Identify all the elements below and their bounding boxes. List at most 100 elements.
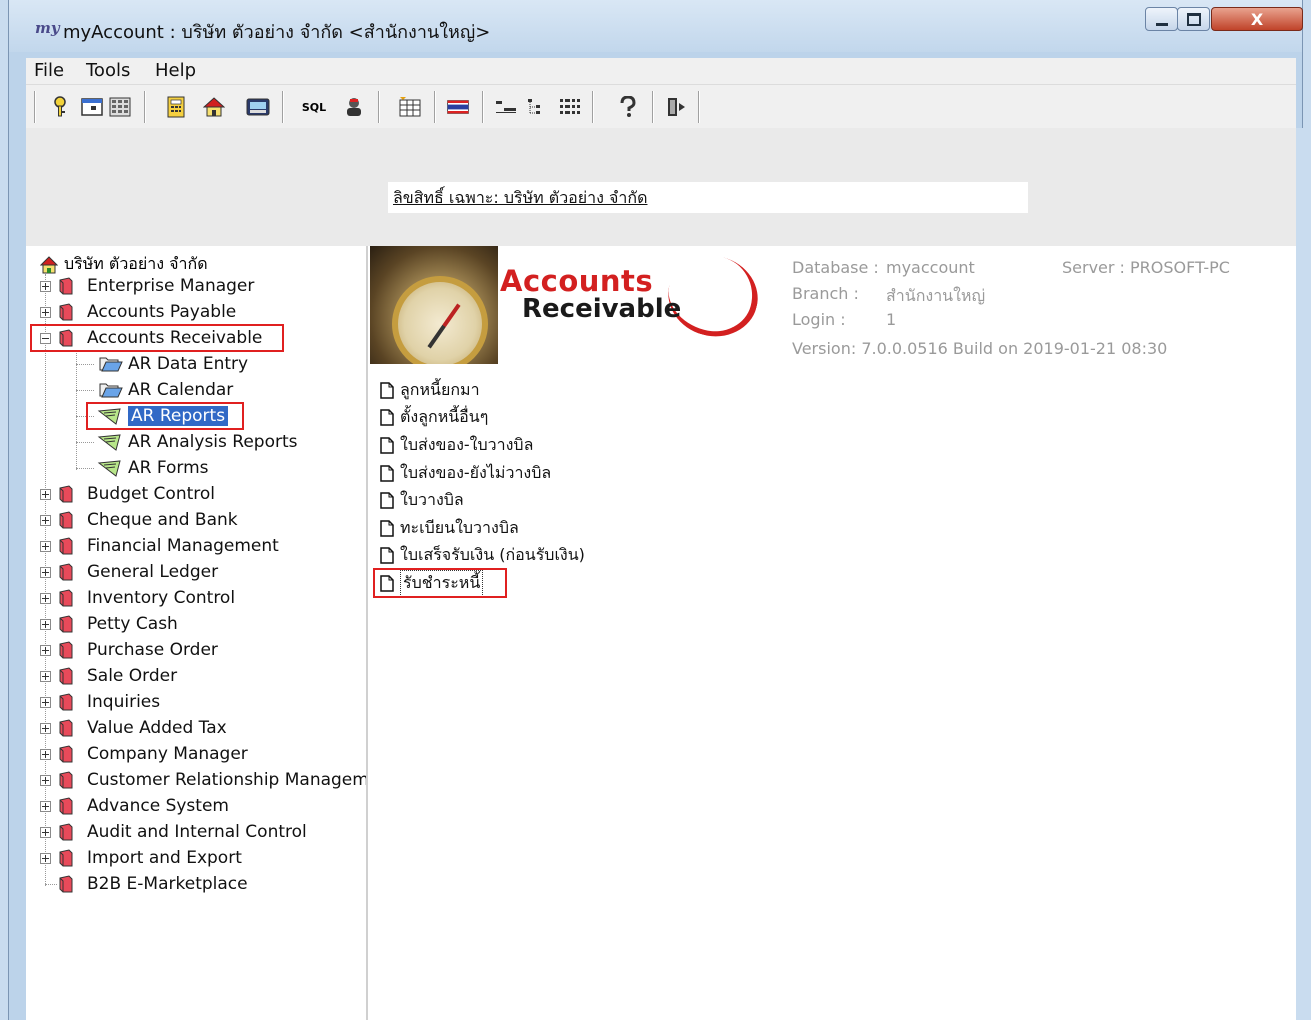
report-item[interactable]: ใบวางบิล — [380, 489, 464, 511]
menu-tools[interactable]: Tools — [86, 60, 130, 81]
tree-item-ar-data-entry[interactable]: AR Data Entry — [76, 352, 248, 376]
window-icon[interactable] — [80, 95, 104, 119]
toolbar-separator — [698, 91, 700, 123]
report-item[interactable]: ทะเบียนใบวางบิล — [380, 517, 519, 539]
tree-item-label: Advance System — [87, 796, 229, 816]
tree-item-label: Financial Management — [87, 536, 279, 556]
toolbar-separator — [482, 91, 484, 123]
sql-icon[interactable]: SQL — [302, 95, 326, 119]
report-item[interactable]: ลูกหนี้ยกมา — [380, 379, 480, 401]
minimize-button[interactable] — [1145, 7, 1178, 31]
tree-item-advance-system[interactable]: Advance System — [40, 794, 229, 818]
expand-icon[interactable] — [40, 800, 51, 812]
report-item[interactable]: ตั้งลูกหนี้อื่นๆ — [380, 406, 488, 428]
tree-item-general-ledger[interactable]: General Ledger — [40, 560, 218, 584]
table-icon[interactable] — [398, 95, 422, 119]
expand-icon[interactable] — [40, 306, 51, 318]
content-area: ลิขสิทธิ์ เฉพาะ: บริษัท ตัวอย่าง จำกัด บ… — [26, 128, 1296, 1020]
module-title-line1: Accounts — [500, 264, 654, 298]
tree-item-petty-cash[interactable]: Petty Cash — [40, 612, 178, 636]
expand-icon[interactable] — [40, 540, 51, 552]
branch-label: Branch : — [792, 284, 859, 303]
maximize-button[interactable] — [1177, 7, 1210, 31]
tree-item-inventory-control[interactable]: Inventory Control — [40, 586, 235, 610]
tree-item-audit-and-internal-control[interactable]: Audit and Internal Control — [40, 820, 307, 844]
tree-item-b2b-e-marketplace[interactable]: B2B E-Marketplace — [45, 872, 248, 896]
key-icon[interactable] — [48, 95, 72, 119]
module-tree[interactable]: บริษัท ตัวอย่าง จำกัด Enterprise Manager… — [26, 246, 368, 1020]
home-icon[interactable] — [202, 95, 226, 119]
exit-icon[interactable] — [664, 95, 688, 119]
user-tool-icon[interactable] — [342, 95, 366, 119]
document-icon — [380, 546, 394, 564]
expand-icon[interactable] — [40, 488, 51, 500]
tree-item-cheque-and-bank[interactable]: Cheque and Bank — [40, 508, 238, 532]
sort-icon[interactable] — [494, 95, 518, 119]
book-folder-icon — [59, 277, 73, 295]
expand-icon[interactable] — [40, 566, 51, 578]
expand-icon[interactable] — [40, 592, 51, 604]
toolbar-separator — [282, 91, 284, 123]
book-folder-icon — [59, 641, 73, 659]
login-value: 1 — [886, 310, 897, 329]
menu-file[interactable]: File — [34, 60, 64, 81]
tree-item-ar-calendar[interactable]: AR Calendar — [76, 378, 233, 402]
server-info: Server : PROSOFT-PC — [1062, 258, 1230, 277]
maximize-icon — [1186, 12, 1201, 26]
tree-item-accounts-payable[interactable]: Accounts Payable — [40, 300, 236, 324]
home-icon — [40, 255, 58, 273]
tree-item-purchase-order[interactable]: Purchase Order — [40, 638, 218, 662]
expand-icon[interactable] — [40, 514, 51, 526]
tree-item-company-manager[interactable]: Company Manager — [40, 742, 248, 766]
document-icon — [380, 519, 394, 537]
menu-help[interactable]: Help — [155, 60, 196, 81]
list-icon[interactable] — [558, 95, 582, 119]
expand-icon[interactable] — [40, 826, 51, 838]
title-bar[interactable]: my myAccount : บริษัท ตัวอย่าง จำกัด <สำ… — [9, 0, 1303, 52]
expand-icon[interactable] — [40, 774, 51, 786]
tree-item-inquiries[interactable]: Inquiries — [40, 690, 160, 714]
expand-icon[interactable] — [40, 852, 51, 864]
book-folder-icon — [59, 745, 73, 763]
tree-item-ar-analysis-reports[interactable]: AR Analysis Reports — [76, 430, 298, 454]
tree-item-import-and-export[interactable]: Import and Export — [40, 846, 242, 870]
tree-item-sale-order[interactable]: Sale Order — [40, 664, 177, 688]
branch-value: สำนักงานใหญ่ — [886, 286, 986, 305]
calculator-icon[interactable] — [164, 95, 188, 119]
main-panel: Accounts Receivable Database : myaccount… — [368, 245, 1296, 1020]
tree-guide-line — [76, 350, 77, 470]
tree-item-value-added-tax[interactable]: Value Added Tax — [40, 716, 227, 740]
report-item[interactable]: ใบส่งของ-ใบวางบิล — [380, 434, 533, 456]
expand-icon[interactable] — [40, 280, 51, 292]
tree-icon[interactable] — [526, 95, 550, 119]
expand-icon[interactable] — [40, 722, 51, 734]
help-icon[interactable] — [616, 95, 640, 119]
database-value: myaccount — [886, 258, 975, 277]
report-item[interactable]: ใบส่งของ-ยังไม่วางบิล — [380, 462, 551, 484]
version-info: Version: 7.0.0.0516 Build on 2019-01-21 … — [792, 339, 1168, 358]
highlight-ar-reports — [86, 402, 244, 430]
tree-item-label: B2B E-Marketplace — [87, 874, 248, 894]
tree-item-financial-management[interactable]: Financial Management — [40, 534, 279, 558]
report-item[interactable]: ใบเสร็จรับเงิน (ก่อนรับเงิน) — [380, 544, 585, 566]
book-folder-icon — [59, 771, 73, 789]
login-label: Login : — [792, 310, 846, 329]
screen-icon[interactable] — [246, 95, 270, 119]
tree-item-ar-forms[interactable]: AR Forms — [76, 456, 209, 480]
tree-item-enterprise-manager[interactable]: Enterprise Manager — [40, 274, 254, 298]
flag-icon[interactable] — [446, 95, 470, 119]
app-window: my myAccount : บริษัท ตัวอย่าง จำกัด <สำ… — [0, 0, 1311, 1020]
close-button[interactable]: X — [1211, 7, 1303, 31]
expand-icon[interactable] — [40, 696, 51, 708]
report-item-label: ใบเสร็จรับเงิน (ก่อนรับเงิน) — [400, 544, 585, 564]
tree-item-label: Audit and Internal Control — [87, 822, 307, 842]
toolbar-separator — [34, 91, 36, 123]
license-text: ลิขสิทธิ์ เฉพาะ: บริษัท ตัวอย่าง จำกัด — [393, 188, 648, 207]
tree-item-budget-control[interactable]: Budget Control — [40, 482, 215, 506]
expand-icon[interactable] — [40, 618, 51, 630]
expand-icon[interactable] — [40, 670, 51, 682]
tree-item-customer-relationship-management[interactable]: Customer Relationship Managemer — [40, 768, 366, 792]
expand-icon[interactable] — [40, 748, 51, 760]
grid-icon[interactable] — [108, 95, 132, 119]
expand-icon[interactable] — [40, 644, 51, 656]
